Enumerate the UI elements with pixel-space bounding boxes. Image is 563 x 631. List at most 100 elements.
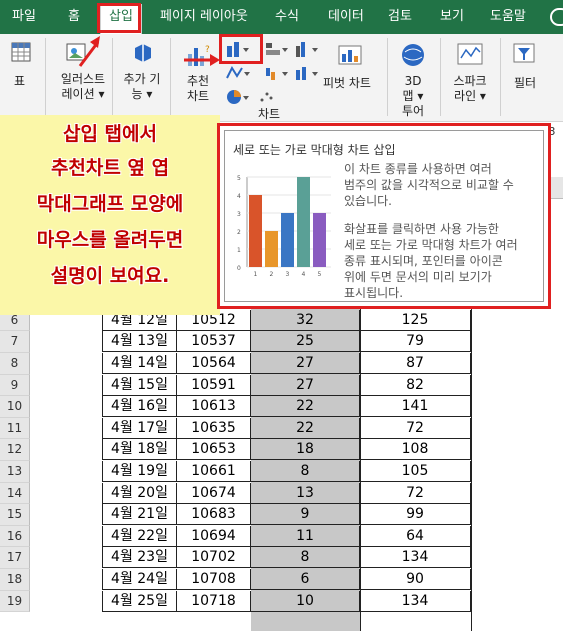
table-cell-num[interactable]: 10683 [177,504,251,526]
table-cell-a[interactable]: 25 [251,331,360,353]
table-cell-a[interactable]: 22 [251,396,360,418]
table-cell-a[interactable]: 22 [251,417,360,439]
table-cell-b[interactable]: 64 [360,525,471,547]
annotation-line: 삽입 탭에서 [62,123,157,145]
tooltip-panel: 세로 또는 가로 막대형 차트 삽입 5 4 3 2 1 0 1 2 3 4 5 이 차트 종류를 … [224,130,544,302]
annotation-line: 설명이 보여요. [50,265,170,287]
table-cell-b[interactable]: 125 [360,309,471,331]
table-cell-date[interactable]: 4월 13일 [102,331,177,353]
arrow-head-chart [210,54,220,66]
row-header[interactable]: 12 [0,439,30,461]
table-cell-a[interactable]: 10 [251,590,360,612]
table-cell-date[interactable]: 4월 19일 [102,461,177,482]
chart-y-tick: 3 [237,211,241,218]
table-cell-a[interactable]: 6 [251,569,360,590]
table-cell-b[interactable]: 108 [360,439,471,461]
table-cell-date[interactable]: 4월 17일 [102,417,177,439]
tooltip-desc-line: 이 차트 종류를 사용하면 여러 [344,162,492,176]
table-cell-b[interactable]: 87 [360,353,471,374]
tooltip-desc-line: 표시됩니다. [344,286,404,300]
table-cell-num[interactable]: 10708 [177,569,251,590]
row-header[interactable]: 16 [0,525,30,548]
table-cell-a[interactable]: 13 [251,482,360,504]
annotation-line: 추천차트 옆 엽 [50,157,170,179]
tooltip-desc-line: 종류 표시되며, 포인터를 아이콘 [344,254,503,268]
chart-bar [281,213,294,267]
table-cell-date[interactable]: 4월 15일 [102,374,177,396]
tooltip-preview-chart: 5 4 3 2 1 0 1 2 3 4 5 [237,175,331,278]
table-cell-num[interactable]: 10674 [177,482,251,504]
table-cell-date[interactable]: 4월 23일 [102,547,177,569]
table-cell-b[interactable]: 79 [360,331,471,353]
table-cell-a[interactable]: 9 [251,504,360,526]
table-cell-b[interactable]: 134 [360,590,471,612]
tooltip-desc-line: 화살표를 클릭하면 사용 가능한 [344,222,499,236]
table-cell-num[interactable]: 10635 [177,417,251,439]
chart-y-tick: 2 [237,229,241,236]
chart-y-tick: 5 [237,175,241,182]
row-header[interactable]: 19 [0,590,30,613]
table-cell-a[interactable]: 11 [251,525,360,547]
table-cell-date[interactable]: 4월 24일 [102,569,177,590]
table-cell-num[interactable]: 10661 [177,461,251,482]
table-cell-num[interactable]: 10613 [177,396,251,418]
tooltip-desc-line: 범주의 값을 시각적으로 비교할 수 [344,178,514,192]
table-cell-date[interactable]: 4월 20일 [102,482,177,504]
chart-x-tick: 3 [286,271,290,278]
tooltip-desc-line: 위에 두면 문서의 미리 보기가 [344,270,492,284]
tooltip-desc-line: 세로 또는 가로 막대형 차트가 여러 [344,238,518,252]
chart-x-tick: 4 [302,271,306,278]
row-header[interactable]: 17 [0,547,30,569]
table-cell-num[interactable]: 10694 [177,525,251,547]
row-header[interactable]: 10 [0,396,30,418]
table-cell-a[interactable]: 27 [251,374,360,396]
chart-y-tick: 1 [237,247,241,254]
row-header[interactable]: 15 [0,504,30,526]
table-cell-num[interactable]: 10591 [177,374,251,396]
row-header[interactable]: 14 [0,482,30,505]
table-cell-a[interactable]: 18 [251,439,360,461]
table-cell-num[interactable]: 10537 [177,331,251,353]
table-cell-b[interactable]: 72 [360,482,471,504]
table-cell-b[interactable]: 141 [360,396,471,418]
table-cell-num[interactable]: 10653 [177,439,251,461]
chart-bar [249,195,262,267]
table-cell-a[interactable]: 8 [251,461,360,482]
table-cell-b[interactable]: 72 [360,417,471,439]
annotation-line: 막대그래프 모양에 [36,193,184,215]
table-cell-num[interactable]: 10564 [177,353,251,374]
table-cell-a[interactable]: 27 [251,353,360,374]
table-cell-date[interactable]: 4월 22일 [102,525,177,547]
chart-bar [265,231,278,267]
table-cell-date[interactable]: 4월 16일 [102,396,177,418]
chart-x-tick: 1 [254,271,258,278]
table-cell-b[interactable]: 105 [360,461,471,482]
row-header[interactable]: 8 [0,353,30,375]
row-header[interactable]: 18 [0,569,30,591]
tooltip-title: 세로 또는 가로 막대형 차트 삽입 [233,143,396,157]
chart-tooltip: 세로 또는 가로 막대형 차트 삽입 5 4 3 2 1 0 1 2 3 4 5 이 차트 종류를 … [217,123,551,309]
row-header[interactable]: 7 [0,331,30,353]
annotation-line: 마우스를 올려두면 [36,229,184,251]
table-cell-date[interactable]: 4월 18일 [102,439,177,461]
chart-x-tick: 5 [318,271,322,278]
row-header[interactable]: 11 [0,417,30,440]
chart-x-tick: 2 [270,271,274,278]
table-cell-a[interactable]: 8 [251,547,360,569]
row-header[interactable]: 9 [0,374,30,397]
table-cell-num[interactable]: 10702 [177,547,251,569]
annotation-callout: 삽입 탭에서 추천차트 옆 엽 막대그래프 모양에 마우스를 올려두면 설명이 … [0,115,220,315]
table-cell-b[interactable]: 82 [360,374,471,396]
table-cell-b[interactable]: 99 [360,504,471,526]
row-header[interactable]: 13 [0,461,30,483]
table-cell-a[interactable]: 32 [251,309,360,331]
table-cell-num[interactable]: 10718 [177,590,251,612]
table-cell-b[interactable]: 134 [360,547,471,569]
chart-y-tick: 4 [237,193,241,200]
chart-bar [297,177,310,267]
chart-y-tick: 0 [237,265,241,272]
table-cell-date[interactable]: 4월 21일 [102,504,177,526]
table-cell-date[interactable]: 4월 14일 [102,353,177,374]
table-cell-b[interactable]: 90 [360,569,471,590]
table-cell-date[interactable]: 4월 25일 [102,590,177,612]
